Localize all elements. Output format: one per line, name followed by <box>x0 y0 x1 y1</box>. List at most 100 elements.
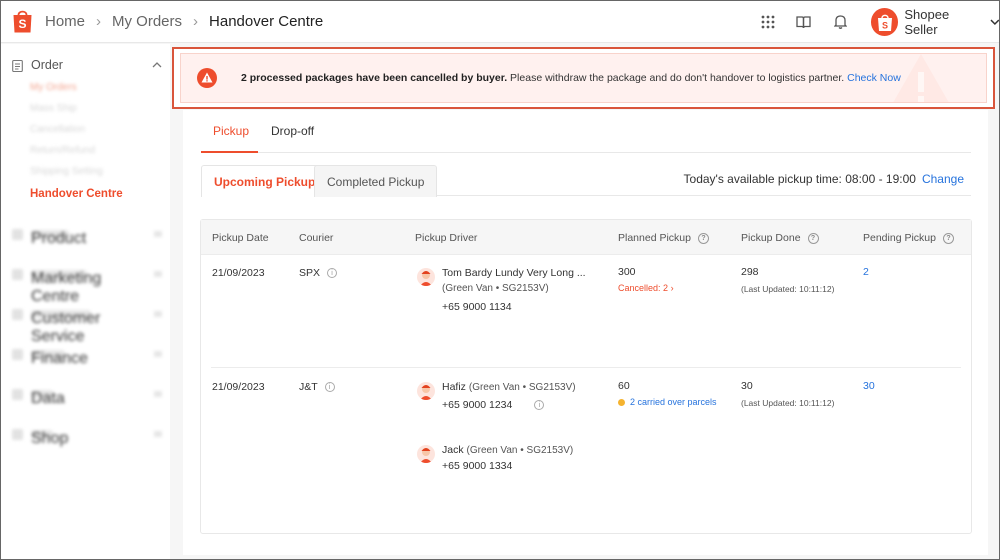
driver-phone: +65 9000 1134 <box>442 301 512 313</box>
customer-service-icon <box>12 308 23 320</box>
driver-name: Jack <box>442 444 464 456</box>
last-updated: (Last Updated: 10:11:12) <box>741 284 835 294</box>
sidebar-item-shipping-setting[interactable]: Shipping Setting <box>30 166 103 177</box>
sidebar-group-data[interactable]: Data <box>12 388 162 407</box>
pending-pickup-count[interactable]: 30 <box>863 380 875 392</box>
cancelled-count-link[interactable]: Cancelled: 2 › <box>618 283 674 293</box>
sidebar-group-label: Finance <box>31 350 88 367</box>
subtab-upcoming-pickup[interactable]: Upcoming Pickup <box>201 165 329 197</box>
column-planned-pickup: Planned Pickup? <box>618 232 709 244</box>
alert-message-text: Please withdraw the package and do don't… <box>507 72 848 84</box>
help-icon[interactable]: ? <box>807 232 819 244</box>
seller-account-menu[interactable]: S Shopee Seller <box>871 7 1000 37</box>
driver-name: Hafiz <box>442 381 466 393</box>
shopee-logo-icon[interactable]: S <box>12 8 33 34</box>
driver-phone: +65 9000 1334 <box>442 460 513 472</box>
seller-name: Shopee Seller <box>904 7 950 37</box>
driver-name: Tom Bardy Lundy Very Long ... <box>442 267 586 279</box>
help-icon[interactable]: ? <box>942 232 954 244</box>
shopee-bag-icon: S <box>877 14 892 31</box>
pickup-date: 21/09/2023 <box>212 381 265 393</box>
sidebar-group-label: Shop <box>31 430 69 447</box>
alert-message: 2 processed packages have been cancelled… <box>241 72 901 84</box>
sidebar-group-label: Product <box>31 230 87 247</box>
carry-over-dot-icon <box>618 398 625 406</box>
seller-avatar: S <box>871 8 899 36</box>
apps-grid-icon[interactable] <box>759 13 776 30</box>
active-tab-indicator <box>201 151 258 153</box>
chevron-down-icon <box>154 271 162 277</box>
sidebar-group-label: Marketing Centre <box>31 270 102 305</box>
sidebar-section-order[interactable]: Order <box>12 58 162 72</box>
sidebar-group-customer-service[interactable]: Customer Service <box>12 308 162 345</box>
top-header: S Home › My Orders › Handover Centre S S… <box>0 0 1000 43</box>
driver-avatar-icon <box>420 385 432 400</box>
subtab-completed-pickup[interactable]: Completed Pickup <box>314 165 438 197</box>
driver-avatar <box>417 382 435 400</box>
last-updated: (Last Updated: 10:11:12) <box>741 398 835 408</box>
sidebar-section-label: Order <box>31 58 63 72</box>
tab-drop-off[interactable]: Drop-off <box>271 124 314 138</box>
chevron-right-icon: › <box>193 13 199 30</box>
planned-pickup-count: 300 <box>618 266 636 278</box>
tab-pickup[interactable]: Pickup <box>213 124 249 138</box>
driver-vehicle: (Green Van • SG2153V) <box>468 382 576 393</box>
driver-phone-row: +65 9000 1234 i <box>442 399 545 411</box>
sidebar-group-label: Data <box>31 390 65 407</box>
sidebar: Order My Orders Mass Ship Cancellation R… <box>0 44 170 560</box>
info-icon[interactable]: i <box>324 382 335 392</box>
pending-pickup-count[interactable]: 2 <box>863 266 869 278</box>
info-icon[interactable]: i <box>534 400 545 410</box>
sidebar-item-my-orders[interactable]: My Orders <box>30 82 77 93</box>
shop-icon <box>12 428 23 440</box>
pickup-table: Pickup Date Courier Pickup Driver Planne… <box>200 219 972 534</box>
bell-icon[interactable] <box>832 13 849 30</box>
driver-info: Hafiz (Green Van • SG2153V) <box>442 381 576 393</box>
driver-avatar <box>417 268 435 286</box>
column-courier: Courier <box>299 232 334 244</box>
breadcrumb-home[interactable]: Home <box>45 13 85 30</box>
sidebar-item-cancellation[interactable]: Cancellation <box>30 124 85 135</box>
breadcrumb-my-orders[interactable]: My Orders <box>112 13 182 30</box>
driver-avatar-icon <box>420 448 432 463</box>
change-pickup-time-link[interactable]: Change <box>922 172 964 186</box>
column-pickup-done: Pickup Done? <box>741 232 819 244</box>
pickup-done-count: 30 <box>741 380 753 392</box>
driver-avatar-icon <box>420 271 432 286</box>
column-pending-pickup: Pending Pickup? <box>863 232 954 244</box>
courier: J&T i <box>299 381 335 393</box>
warning-icon <box>197 68 217 88</box>
help-icon[interactable]: ? <box>697 232 709 244</box>
chevron-right-icon: › <box>670 283 674 293</box>
driver-vehicle: (Green Van • SG2153V) <box>442 283 549 294</box>
finance-icon <box>12 348 23 360</box>
chevron-down-icon <box>154 231 162 237</box>
sidebar-item-handover-centre[interactable]: Handover Centre <box>30 188 123 200</box>
chevron-up-icon[interactable] <box>152 62 162 68</box>
row-divider <box>211 367 961 368</box>
product-icon <box>12 228 23 240</box>
handover-main-panel: Pickup Drop-off Upcoming Pickup Complete… <box>183 110 988 555</box>
pickup-done-count: 298 <box>741 266 759 278</box>
column-label: Pickup Done <box>741 232 801 244</box>
carried-over-label: 2 carried over parcels <box>630 397 717 407</box>
warning-watermark-icon <box>893 54 949 102</box>
sidebar-group-marketing-centre[interactable]: Marketing Centre <box>12 268 162 305</box>
driver-vehicle: (Green Van • SG2153V) <box>466 445 574 456</box>
courier-name: J&T <box>299 381 318 393</box>
sidebar-item-mass-ship[interactable]: Mass Ship <box>30 103 77 114</box>
book-icon[interactable] <box>795 13 812 30</box>
sidebar-group-finance[interactable]: Finance <box>12 348 162 367</box>
breadcrumb-handover-centre: Handover Centre <box>209 13 324 30</box>
info-icon[interactable]: i <box>327 268 338 278</box>
chevron-down-icon <box>154 431 162 437</box>
sidebar-group-shop[interactable]: Shop <box>12 428 162 447</box>
planned-pickup-count: 60 <box>618 380 630 392</box>
driver-info: Jack (Green Van • SG2153V) <box>442 444 573 456</box>
sidebar-item-return-refund[interactable]: Return/Refund <box>30 145 95 156</box>
sidebar-group-product[interactable]: Product <box>12 228 162 247</box>
carried-over-parcels-link[interactable]: 2 carried over parcels <box>618 397 717 407</box>
pickup-date: 21/09/2023 <box>212 267 265 279</box>
svg-text:S: S <box>18 17 26 31</box>
chevron-down-icon <box>154 311 162 317</box>
